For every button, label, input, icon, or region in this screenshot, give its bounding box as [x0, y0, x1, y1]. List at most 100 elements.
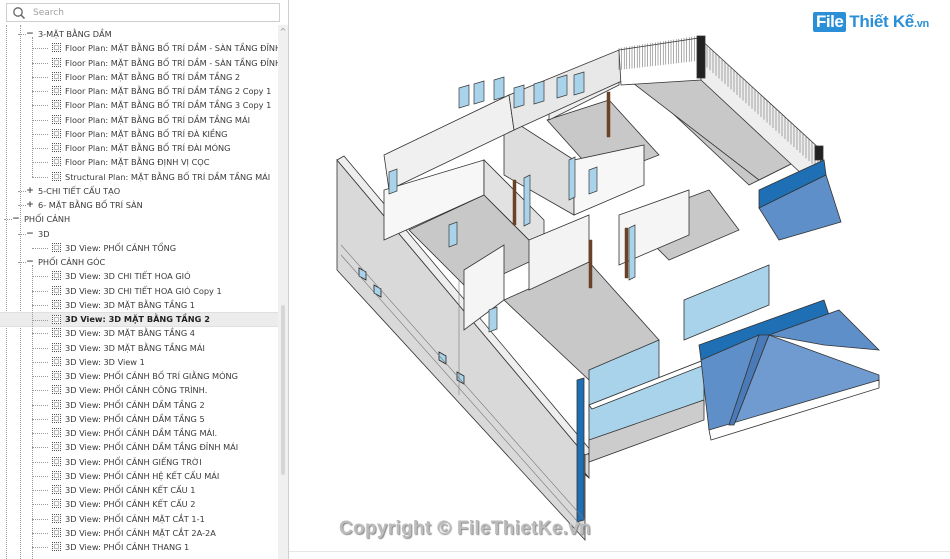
view-icon [52, 356, 61, 366]
view-icon [52, 299, 61, 309]
tree-group-item[interactable]: −3-MẶT BẰNG DẦM [0, 27, 278, 41]
tree-group-item[interactable]: − PHỐI CẢNH GÓC [0, 255, 278, 269]
tree-view-item[interactable]: 3D View: 3D MẶT BẰNG TẦNG 4 [0, 326, 278, 340]
tree-connector [4, 219, 12, 221]
tree-view-item[interactable]: 3D View: PHỐI CẢNH GIẾNG TRỜI [0, 455, 278, 469]
expand-icon[interactable]: + [26, 198, 34, 212]
tree-view-item[interactable]: 3D View: PHỐI CẢNH MẶT CẮT 2A-2A [0, 526, 278, 540]
tree-connector [32, 376, 48, 377]
tree-view-item[interactable]: 3D View: PHỐI CẢNH DẦM TẦNG 5 [0, 412, 278, 426]
search-box[interactable] [6, 3, 280, 22]
tree-group-item[interactable]: +6- MẶT BẰNG BỐ TRÍ SÀN [0, 198, 278, 212]
tree-view-item[interactable]: Floor Plan: MẶT BẰNG ĐỊNH VỊ CỌC [0, 155, 278, 169]
window-glass [488, 306, 498, 333]
tree-view-item[interactable]: 3D View: PHỐI CẢNH DẦM TẦNG MÁI. [0, 426, 278, 440]
tree-view-item[interactable]: 3D View: PHỐI CẢNH CÔNG TRÌNH. [0, 383, 278, 397]
tree-connector [32, 532, 48, 534]
scroll-thumb[interactable] [281, 305, 285, 475]
tree-item-label: Floor Plan: MẶT BẰNG BỐ TRÍ DẦM TẦNG 3 C… [65, 100, 272, 111]
tree-item-label: 3D View: PHỐI CẢNH KẾT CẤU 1 [65, 485, 196, 495]
collapse-icon[interactable]: − [12, 212, 20, 226]
scroll-up-arrow-icon[interactable]: ^ [278, 27, 288, 37]
tree-group-item[interactable]: − PHỐI CẢNH [0, 212, 278, 226]
view-icon [52, 428, 61, 437]
tree-view-item[interactable]: Floor Plan: MẶT BẰNG BỐ TRÍ DẦM - SÀN TẦ… [0, 41, 278, 55]
tree-view-item[interactable]: 3D View: PHỐI CẢNH KẾT CẤU 2 [0, 497, 278, 511]
tree-connector [18, 190, 26, 192]
tree-connector [32, 105, 48, 107]
tree-view-item[interactable]: 3D View: PHỐI CẢNH TỔNG [0, 241, 278, 255]
tree-view-item[interactable]: 3D View: PHỐI CẢNH BỐ TRÍ GIẰNG MÓNG [0, 369, 278, 383]
tree-connector [32, 48, 48, 50]
tree-view-item[interactable]: 3D View: 3D MẶT BẰNG TẦNG 2 [0, 312, 278, 327]
door-frame [512, 179, 517, 226]
search-input[interactable] [33, 5, 273, 20]
tree-view-item[interactable]: 3D View: 3D CHI TIẾT HOA GIÓ Copy 1 [0, 284, 278, 298]
view-icon [52, 114, 61, 124]
copyright-watermark: Copyright © FileThietKe.vn [339, 518, 591, 539]
view-icon [52, 100, 61, 110]
tree-item-label: Floor Plan: MẶT BẰNG BỐ TRÍ ĐÀI MÓNG [65, 143, 231, 153]
tree-connector [18, 205, 26, 206]
tree-connector [18, 262, 26, 263]
tree-view-item[interactable]: Floor Plan: MẶT BẰNG BỐ TRÍ ĐÀ KIỀNG [0, 127, 278, 141]
tree-view-item[interactable]: 3D View: PHỐI CẢNH HỆ KẾT CẤU MÁI [0, 469, 278, 483]
tree-connector [32, 347, 48, 349]
tree-view-item[interactable]: 3D View: PHỐI CẢNH KẾT CẤU 1 [0, 483, 278, 497]
view-icon [52, 470, 61, 480]
tree-view-item[interactable]: 3D View: 3D CHI TIẾT HOA GIÓ [0, 269, 278, 283]
tree-scrollbar[interactable]: ^ [278, 25, 288, 559]
view-icon [52, 86, 61, 95]
door-frame [606, 91, 611, 138]
3d-viewport[interactable]: File Thiết Kế.vn Copyright © FileThietKe… [289, 0, 950, 559]
view-icon [52, 542, 61, 551]
door-frame [624, 227, 629, 279]
tree-connector [32, 461, 48, 463]
tree-item-label: 3D View: 3D MẶT BẰNG TẦNG 4 [65, 328, 196, 339]
tree-item-label: 3D View: PHỐI CẢNH GIẾNG TRỜI [65, 456, 202, 467]
tree-view-item[interactable]: 3D View: PHỐI CẢNH THANG 1 [0, 540, 278, 554]
tree-item-label: 3-MẶT BẰNG DẦM [38, 29, 112, 39]
view-icon [52, 499, 61, 509]
tree-item-label: 3D View: PHỐI CẢNH MẶT CẮT 2A-2A [65, 527, 216, 538]
window-glass [513, 84, 525, 109]
tree-view-item[interactable]: 3D View: PHỐI CẢNH DẦM TẦNG ĐỈNH MÁI [0, 440, 278, 454]
tree-view-item[interactable]: Floor Plan: MẶT BẰNG BỐ TRÍ DẦM TẦNG 2 C… [0, 84, 278, 98]
site-logo: File Thiết Kế.vn [813, 10, 929, 34]
tree-connector [32, 119, 48, 121]
tree-view-item[interactable]: Structural Plan: MẶT BẰNG BỐ TRÍ DẦM TẦN… [0, 170, 278, 184]
collapse-icon[interactable]: − [26, 227, 34, 241]
tree-item-label: 3D View: PHỐI CẢNH DẦM TẦNG MÁI. [65, 428, 218, 438]
window-glass [523, 174, 531, 227]
tree-view-item[interactable]: 3D View: PHỐI CẢNH DẦM TẦNG 2 [0, 398, 278, 412]
parapet-rear [618, 37, 702, 86]
tree-view-item[interactable]: Floor Plan: MẶT BẰNG BỐ TRÍ DẦM TẦNG 3 C… [0, 98, 278, 112]
view-icon [52, 57, 61, 67]
tree-view-item[interactable]: 3D View: 3D MẶT BẰNG TẦNG 1 [0, 298, 278, 312]
view-icon [52, 315, 61, 324]
tree-group-item[interactable]: +5-CHI TIẾT CẤU TẠO [0, 184, 278, 198]
tree-connector [32, 247, 48, 249]
window-glass [458, 84, 470, 109]
view-icon [52, 242, 61, 252]
tree-view-item[interactable]: 3D View: 3D View 1 [0, 355, 278, 369]
project-browser: −3-MẶT BẰNG DẦMFloor Plan: MẶT BẰNG BỐ T… [0, 0, 289, 559]
tree-item-label: 3D View: 3D MẶT BẰNG TẦNG 1 [65, 299, 196, 310]
tree-group-item[interactable]: −3D [0, 227, 278, 241]
tree-connector [32, 404, 48, 406]
tree-connector [32, 518, 48, 520]
tree-view-item[interactable]: Floor Plan: MẶT BẰNG BỐ TRÍ DẦM TẦNG MÁI [0, 113, 278, 127]
tree-view-item[interactable]: 3D View: 3D MẶT BẰNG TẦNG MÁI [0, 341, 278, 355]
view-icon [52, 371, 61, 380]
tree-view-item[interactable]: Floor Plan: MẶT BẰNG BỐ TRÍ DẦM - SÀN TẦ… [0, 56, 278, 70]
expand-icon[interactable]: + [26, 184, 34, 198]
tree-view-item[interactable]: Floor Plan: MẶT BẰNG BỐ TRÍ ĐÀI MÓNG [0, 141, 278, 155]
tree-view-item[interactable]: 3D View: PHỐI CẢNH MẶT CẮT 1-1 [0, 512, 278, 526]
tree-connector [32, 304, 48, 306]
tree-item-label: 6- MẶT BẰNG BỐ TRÍ SÀN [38, 200, 143, 210]
tree-connector [32, 390, 48, 392]
window-glass [588, 166, 598, 195]
view-icon [52, 271, 61, 281]
3d-model-view[interactable] [289, 0, 950, 559]
tree-view-item[interactable]: Floor Plan: MẶT BẰNG BỐ TRÍ DẦM TẦNG 2 [0, 70, 278, 84]
